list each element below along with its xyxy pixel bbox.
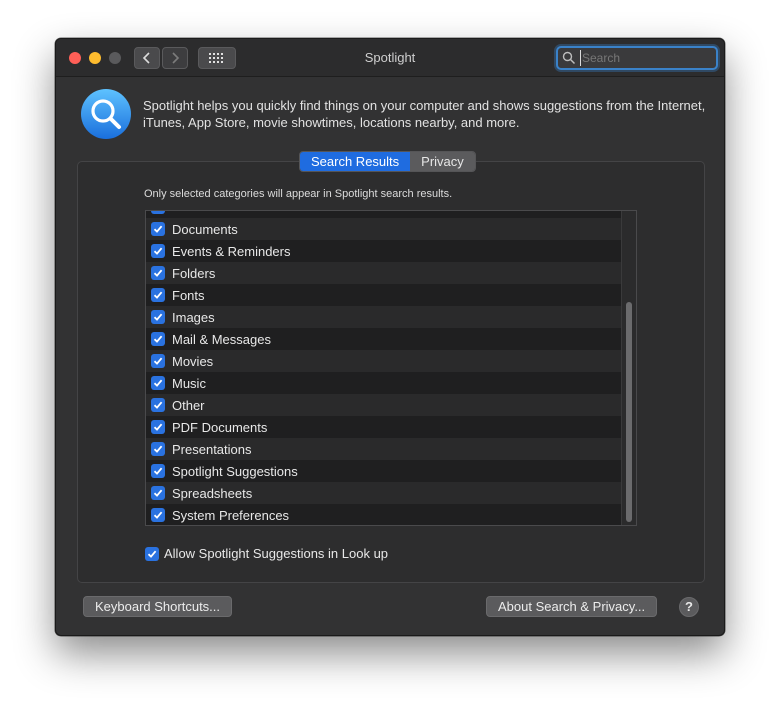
help-button[interactable]: ? [679, 597, 699, 617]
keyboard-shortcuts-button[interactable]: Keyboard Shortcuts... [83, 596, 233, 617]
category-checkbox[interactable] [151, 398, 165, 412]
category-checkbox[interactable] [151, 244, 165, 258]
tab-search-results[interactable]: Search Results [300, 152, 411, 171]
checkmark-icon [153, 423, 163, 431]
category-label: Images [172, 309, 215, 325]
category-checkbox[interactable] [151, 486, 165, 500]
category-label: PDF Documents [172, 419, 268, 435]
list-item[interactable]: Spotlight Suggestions [146, 460, 621, 482]
scrollbar-thumb[interactable] [626, 302, 632, 522]
category-checkbox[interactable] [151, 508, 165, 522]
category-label: Presentations [172, 441, 252, 457]
checkmark-icon [153, 291, 163, 299]
checkmark-icon [153, 247, 163, 255]
search-icon [562, 51, 576, 65]
allow-lookup-label: Allow Spotlight Suggestions in Look up [164, 546, 389, 561]
checkmark-icon [153, 489, 163, 497]
checkmark-icon [153, 357, 163, 365]
category-label: Fonts [172, 287, 205, 303]
category-checkbox[interactable] [151, 288, 165, 302]
list-item[interactable]: Events & Reminders [146, 240, 621, 262]
scrollbar[interactable] [621, 211, 636, 525]
list-item[interactable]: Mail & Messages [146, 328, 621, 350]
checkmark-icon [153, 379, 163, 387]
category-label: Mail & Messages [172, 331, 271, 347]
search-field[interactable] [556, 46, 718, 70]
checkmark-icon [147, 550, 157, 558]
category-checkbox[interactable] [151, 376, 165, 390]
category-label: Spreadsheets [172, 485, 253, 501]
category-label: System Preferences [172, 507, 290, 523]
list-item[interactable]: System Preferences [146, 504, 621, 525]
list-item[interactable]: Spreadsheets [146, 482, 621, 504]
list-item[interactable]: Fonts [146, 284, 621, 306]
category-checkbox[interactable] [151, 310, 165, 324]
category-label: Events & Reminders [172, 243, 291, 259]
list-item[interactable]: PDF Documents [146, 416, 621, 438]
list-item[interactable]: Music [146, 372, 621, 394]
category-checkbox[interactable] [151, 332, 165, 346]
checkmark-icon [153, 269, 163, 277]
category-checkbox[interactable] [151, 442, 165, 456]
about-search-privacy-button[interactable]: About Search & Privacy... [486, 596, 658, 617]
list-item[interactable]: Presentations [146, 438, 621, 460]
preferences-window: Spotlight Spotlight helps you [55, 38, 725, 636]
categories-hint: Only selected categories will appear in … [144, 188, 453, 200]
checkmark-icon [153, 511, 163, 519]
category-label: Documents [172, 221, 238, 237]
spotlight-description: Spotlight helps you quickly find things … [143, 98, 706, 130]
category-label: Movies [172, 353, 214, 369]
allow-lookup-checkbox[interactable] [145, 546, 159, 561]
checkmark-icon [153, 467, 163, 475]
checkmark-icon [153, 225, 163, 233]
list-item[interactable]: Other [146, 394, 621, 416]
category-checkbox[interactable] [151, 420, 165, 434]
list-item[interactable]: Documents [146, 218, 621, 240]
list-item[interactable] [146, 210, 621, 218]
list-item[interactable]: Folders [146, 262, 621, 284]
allow-lookup-option[interactable]: Allow Spotlight Suggestions in Look up [145, 546, 388, 561]
checkmark-icon [153, 445, 163, 453]
list-item[interactable]: Movies [146, 350, 621, 372]
checkmark-icon [153, 210, 163, 212]
category-label: Spotlight Suggestions [172, 463, 298, 479]
category-checkbox[interactable] [151, 354, 165, 368]
category-checkbox[interactable] [151, 266, 165, 280]
category-checkbox[interactable] [151, 464, 165, 478]
category-label: Other [172, 397, 205, 413]
categories-list[interactable]: Documents Events & Reminders Folders Fonts I… [145, 210, 637, 526]
checkmark-icon [153, 401, 163, 409]
checkmark-icon [153, 313, 163, 321]
spotlight-icon [80, 88, 132, 140]
search-input[interactable] [580, 50, 710, 66]
category-label: Folders [172, 265, 216, 281]
checkmark-icon [153, 335, 163, 343]
tab-privacy[interactable]: Privacy [410, 152, 475, 171]
tab-bar: Search Results Privacy [299, 151, 476, 172]
title-bar: Spotlight [56, 39, 724, 77]
category-checkbox[interactable] [151, 222, 165, 236]
category-checkbox[interactable] [151, 210, 165, 214]
category-label: Music [172, 375, 206, 391]
list-item[interactable]: Images [146, 306, 621, 328]
